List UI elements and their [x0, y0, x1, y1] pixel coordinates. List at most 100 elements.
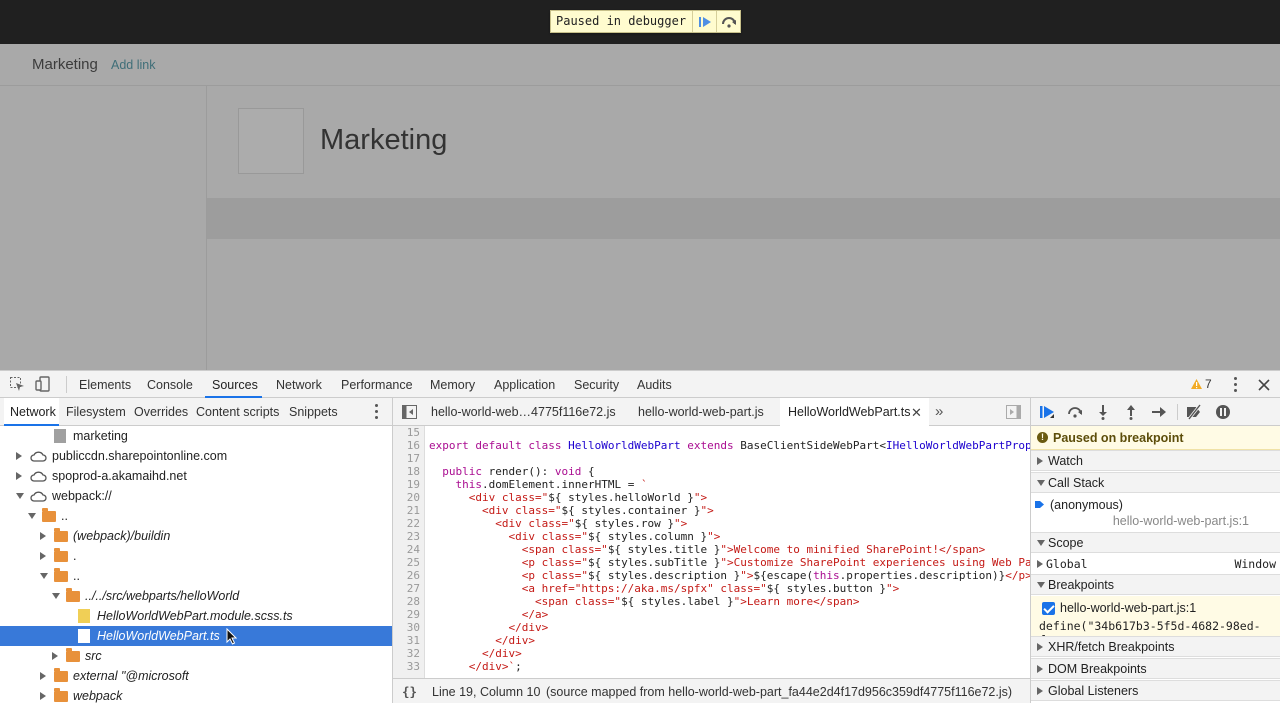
code-line[interactable]: 18 public render(): void { — [393, 465, 1030, 478]
line-number[interactable]: 26 — [393, 569, 420, 582]
section-breakpoints[interactable]: Breakpoints — [1031, 574, 1280, 595]
source-mapped-info[interactable]: (source mapped from hello-world-web-part… — [546, 685, 1012, 699]
tab-security[interactable]: Security — [574, 378, 619, 392]
collapse-arrow-icon[interactable] — [16, 493, 24, 499]
line-number[interactable]: 18 — [393, 465, 420, 478]
collapse-arrow-icon[interactable] — [40, 573, 48, 579]
step-over-button[interactable] — [716, 11, 740, 32]
code-line[interactable]: 29 </a> — [393, 608, 1030, 621]
tab-console[interactable]: Console — [147, 378, 193, 392]
tab-sources[interactable]: Sources — [212, 378, 258, 392]
navigator-menu-icon[interactable] — [375, 404, 379, 420]
code-line[interactable]: 16 export default class HelloWorldWebPart… — [393, 439, 1030, 452]
code-line[interactable]: 32 </div> — [393, 647, 1030, 660]
expand-arrow-icon[interactable] — [40, 692, 46, 700]
code-line[interactable]: 21 <div class="${ styles.container }"> — [393, 504, 1030, 517]
toggle-debugger-icon[interactable] — [1006, 405, 1021, 419]
code-line[interactable]: 33 </div>`; — [393, 660, 1030, 673]
pause-on-exceptions-icon[interactable] — [1215, 404, 1231, 420]
nav-tab-overrides[interactable]: Overrides — [134, 405, 188, 419]
expand-arrow-icon[interactable] — [40, 552, 46, 560]
line-number[interactable]: 28 — [393, 595, 420, 608]
line-number[interactable]: 19 — [393, 478, 420, 491]
line-number[interactable]: 27 — [393, 582, 420, 595]
tree-item[interactable]: webpack — [0, 686, 392, 703]
nav-tab-network[interactable]: Network — [10, 405, 56, 419]
toggle-navigator-icon[interactable] — [402, 405, 417, 419]
section-dom-breakpoints[interactable]: DOM Breakpoints — [1031, 658, 1280, 679]
expand-arrow-icon[interactable] — [16, 452, 22, 460]
collapse-arrow-icon[interactable] — [52, 593, 60, 599]
tree-item[interactable]: webpack:// — [0, 486, 392, 506]
close-devtools-icon[interactable] — [1256, 377, 1272, 393]
line-number[interactable]: 16 — [393, 439, 420, 452]
line-number[interactable]: 21 — [393, 504, 420, 517]
line-number[interactable]: 30 — [393, 621, 420, 634]
code-line[interactable]: 26 <p class="${ styles.description }">${… — [393, 569, 1030, 582]
breakpoint-item[interactable]: hello-world-web-part.js:1 define("34b617… — [1031, 596, 1280, 647]
line-number[interactable]: 24 — [393, 543, 420, 556]
code-line[interactable]: 27 <a href="https://aka.ms/spfx" class="… — [393, 582, 1030, 595]
code-line[interactable]: 17 — [393, 452, 1030, 465]
tab-elements[interactable]: Elements — [79, 378, 131, 392]
section-scope[interactable]: Scope — [1031, 532, 1280, 553]
tree-item[interactable]: .. — [0, 566, 392, 586]
tree-item[interactable]: marketing — [0, 426, 392, 446]
expand-arrow-icon[interactable] — [40, 672, 46, 680]
resume-button[interactable] — [692, 11, 716, 32]
tree-item[interactable]: ../../src/webparts/helloWorld — [0, 586, 392, 606]
editor-tab-ts-active[interactable]: HelloWorldWebPart.ts — [780, 398, 929, 426]
tree-item[interactable]: . — [0, 546, 392, 566]
tree-item[interactable]: external "@microsoft — [0, 666, 392, 686]
expand-arrow-icon[interactable] — [40, 532, 46, 540]
expand-arrow-icon[interactable] — [52, 652, 58, 660]
inspect-element-icon[interactable] — [9, 376, 25, 392]
tree-item-selected[interactable]: HelloWorldWebPart.ts — [0, 626, 392, 646]
tree-item[interactable]: src — [0, 646, 392, 666]
tree-item[interactable]: HelloWorldWebPart.module.scss.ts — [0, 606, 392, 626]
deactivate-breakpoints-icon[interactable] — [1186, 404, 1202, 420]
call-frame-row[interactable]: (anonymous) hello-world-web-part.js:1 — [1031, 494, 1280, 532]
code-line[interactable]: 24 <span class="${ styles.title }">Welco… — [393, 543, 1030, 556]
line-number[interactable]: 33 — [393, 660, 420, 673]
device-toolbar-icon[interactable] — [35, 376, 51, 392]
tab-memory[interactable]: Memory — [430, 378, 475, 392]
step-icon[interactable] — [1151, 404, 1167, 420]
step-over-icon[interactable] — [1067, 404, 1083, 420]
code-line[interactable]: 28 <span class="${ styles.label }">Learn… — [393, 595, 1030, 608]
tree-item[interactable]: .. — [0, 506, 392, 526]
tree-item[interactable]: (webpack)/buildin — [0, 526, 392, 546]
section-xhr-breakpoints[interactable]: XHR/fetch Breakpoints — [1031, 636, 1280, 657]
site-nav-title[interactable]: Marketing — [32, 56, 98, 73]
line-number[interactable]: 29 — [393, 608, 420, 621]
resume-script-icon[interactable] — [1039, 404, 1055, 420]
tab-performance[interactable]: Performance — [341, 378, 413, 392]
tab-application[interactable]: Application — [494, 378, 555, 392]
tree-item[interactable]: spoprod-a.akamaihd.net — [0, 466, 392, 486]
line-number[interactable]: 23 — [393, 530, 420, 543]
devtools-menu-icon[interactable] — [1234, 377, 1238, 393]
nav-tab-snippets[interactable]: Snippets — [289, 405, 338, 419]
line-number[interactable]: 32 — [393, 647, 420, 660]
tab-audits[interactable]: Audits — [637, 378, 672, 392]
line-number[interactable]: 17 — [393, 452, 420, 465]
section-watch[interactable]: Watch — [1031, 450, 1280, 471]
add-link[interactable]: Add link — [111, 58, 155, 72]
tab-network[interactable]: Network — [276, 378, 322, 392]
editor-tab-web-part-js[interactable]: hello-world-web-part.js — [638, 398, 764, 426]
code-line[interactable]: 31 </div> — [393, 634, 1030, 647]
nav-tab-content-scripts[interactable]: Content scripts — [196, 405, 279, 419]
section-call-stack[interactable]: Call Stack — [1031, 472, 1280, 493]
tree-item[interactable]: publiccdn.sharepointonline.com — [0, 446, 392, 466]
collapse-arrow-icon[interactable] — [28, 513, 36, 519]
line-number[interactable]: 20 — [393, 491, 420, 504]
code-line[interactable]: 25 <p class="${ styles.subTitle }">Custo… — [393, 556, 1030, 569]
breakpoint-checkbox[interactable] — [1042, 602, 1055, 615]
code-line[interactable]: 15 — [393, 426, 1030, 439]
line-number[interactable]: 31 — [393, 634, 420, 647]
close-tab-icon[interactable]: ✕ — [911, 405, 922, 421]
line-number[interactable]: 25 — [393, 556, 420, 569]
section-global-listeners[interactable]: Global Listeners — [1031, 680, 1280, 701]
nav-tab-filesystem[interactable]: Filesystem — [66, 405, 126, 419]
code-line[interactable]: 22 <div class="${ styles.row }"> — [393, 517, 1030, 530]
